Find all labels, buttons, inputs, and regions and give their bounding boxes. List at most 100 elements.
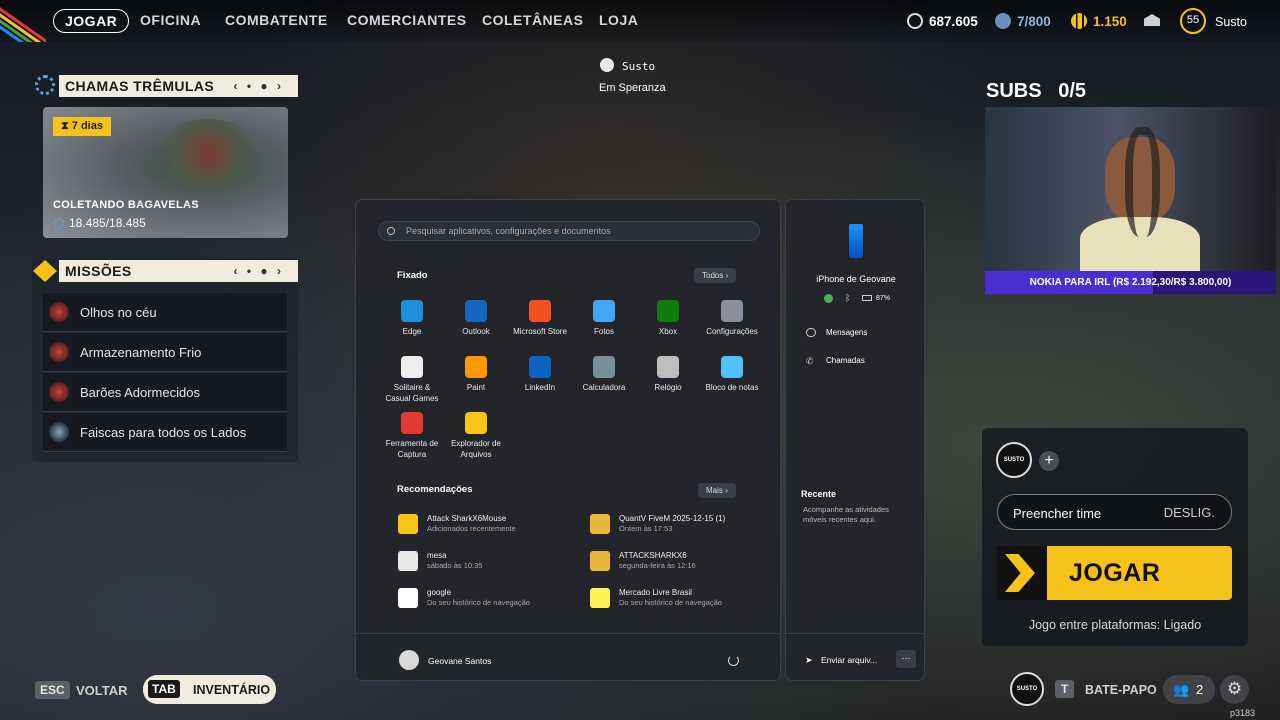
rec-subtitle: Do seu histórico de navegação [619,598,722,608]
app-label: Configurações [706,327,758,336]
more-options-icon[interactable]: ··· [896,650,916,668]
mission-item[interactable]: Armazenamento Frio [43,333,287,372]
missions-title: MISSÕES [65,263,132,279]
nav-oficina[interactable]: OFICINA [140,12,201,28]
play-button[interactable]: JOGAR [997,546,1232,600]
play-chevron-icon [997,546,1047,600]
mail-icon[interactable] [1144,14,1160,26]
pinned-title: Fixado [397,270,428,281]
send-icon: ➤ [805,655,813,665]
search-box[interactable]: Pesquisar aplicativos, configurações e d… [378,221,760,241]
file-icon [398,514,418,534]
app-tile[interactable]: Microsoft Store [508,300,572,338]
app-tile[interactable]: Relógio [636,356,700,394]
mission-item[interactable]: Faiscas para todos os Lados [43,413,287,452]
app-tile[interactable]: LinkedIn [508,356,572,394]
username[interactable]: Susto [1215,15,1247,29]
mission-icon [49,302,69,322]
app-tile[interactable]: Explorador de Arquivos [444,412,508,461]
app-tile[interactable]: Xbox [636,300,700,338]
search-icon [387,227,395,235]
nav-combatente[interactable]: COMBATENTE [225,12,328,28]
recent-desc: móveis recentes aqui. [803,515,876,524]
settings-gear-icon[interactable]: ⚙ [1220,675,1249,704]
player-avatar[interactable]: SUSTO [1010,672,1044,706]
app-tile[interactable]: Outlook [444,300,508,338]
build-id: p3183 [1230,708,1256,718]
mission-item[interactable]: Olhos no céu [43,293,287,332]
app-tile[interactable]: Solitaire & Casual Games [380,356,444,405]
call-icon: ✆ [806,356,814,366]
inventory-button[interactable]: TAB INVENTÁRIO [143,675,276,704]
send-files-button[interactable]: Enviar arquiv... [821,655,877,665]
user-name[interactable]: Geovane Santos [428,656,491,666]
app-tile[interactable]: Fotos [572,300,636,338]
app-tile[interactable]: Ferramenta de Captura [380,412,444,461]
rec-title: Attack SharkX6Mouse [427,514,507,523]
app-tile[interactable]: Configurações [700,300,764,338]
fill-team-toggle[interactable]: Preencher time DESLIG. [997,494,1232,530]
chat-button[interactable]: BATE-PAPO [1085,683,1157,697]
event-name: COLETANDO BAGAVELAS [53,199,199,211]
recommended-item[interactable]: mesa sábado às 10:35 [398,551,588,571]
party-avatar[interactable]: SUSTO [996,442,1032,478]
mission-item[interactable]: Barões Adormecidos [43,373,287,412]
app-icon [593,356,615,378]
messages-link[interactable]: Mensagens [826,328,867,337]
recommended-item[interactable]: ATTACKSHARKX6 segunda-feira às 12:16 [590,551,780,571]
recommended-title: Recomendações [397,484,473,495]
all-apps-button[interactable]: Todos › [694,268,737,283]
app-label: Bloco de notas [705,383,759,392]
rec-title: mesa [427,551,447,560]
gear-icon [53,217,64,229]
back-button[interactable]: VOLTAR [76,683,128,698]
friends-count: 2 [1196,682,1204,697]
rec-subtitle: Ontem às 17:53 [619,524,673,534]
event-card[interactable]: ⧗ 7 dias COLETANDO BAGAVELAS 18.485/18.4… [43,107,288,238]
app-tile[interactable]: Paint [444,356,508,394]
fill-team-state: DESLIG. [1163,505,1215,520]
app-icon [721,300,743,322]
missions-pager[interactable]: ‹ • ● › [234,264,284,278]
app-icon [401,356,423,378]
webcam-feed [985,107,1276,271]
recommended-item[interactable]: Mercado Livre Brasil Do seu histórico de … [590,588,780,608]
power-icon[interactable] [728,655,739,666]
friends-button[interactable]: 👥 2 [1163,675,1215,704]
brand-stripes [0,0,46,42]
add-player-icon[interactable]: + [1039,451,1059,471]
recommended-item[interactable]: QuantV FiveM 2025-12-15 (1) Ontem às 17:5… [590,514,780,534]
event-pager[interactable]: ‹ • ● › [234,79,284,93]
nav-jogar[interactable]: JOGAR [53,9,130,33]
more-button[interactable]: Mais › [698,483,736,498]
user-avatar[interactable] [399,650,419,670]
app-label: Paint [466,383,486,392]
play-label: JOGAR [1069,559,1161,587]
nav-comerciantes[interactable]: COMERCIANTES [347,12,467,28]
event-header: CHAMAS TRÊMULAS ‹ • ● › [59,75,298,97]
app-icon [657,300,679,322]
recommended-item[interactable]: Attack SharkX6Mouse Adicionados recenteme… [398,514,588,534]
phone-icon [847,222,865,260]
t-key: T [1055,680,1075,698]
app-icon [465,356,487,378]
file-icon [590,588,610,608]
file-icon [590,514,610,534]
rec-title: ATTACKSHARKX6 [619,551,687,560]
nav-coletaneas[interactable]: COLETÂNEAS [482,12,583,28]
mission-icon [49,342,69,362]
level-badge[interactable]: 55 [1180,8,1206,34]
rec-title: google [427,588,452,597]
calls-link[interactable]: Chamadas [826,356,865,365]
app-tile[interactable]: Edge [380,300,444,338]
fill-team-label: Preencher time [1013,506,1102,521]
player-name: Susto [622,60,656,73]
connected-icon [824,294,833,303]
app-tile[interactable]: Calculadora [572,356,636,394]
app-tile[interactable]: Bloco de notas [700,356,764,394]
recommended-item[interactable]: google Do seu histórico de navegação [398,588,588,608]
event-title: CHAMAS TRÊMULAS [65,78,215,94]
app-icon [401,300,423,322]
currency-coins: 687.605 [907,13,978,29]
nav-loja[interactable]: LOJA [599,12,638,28]
